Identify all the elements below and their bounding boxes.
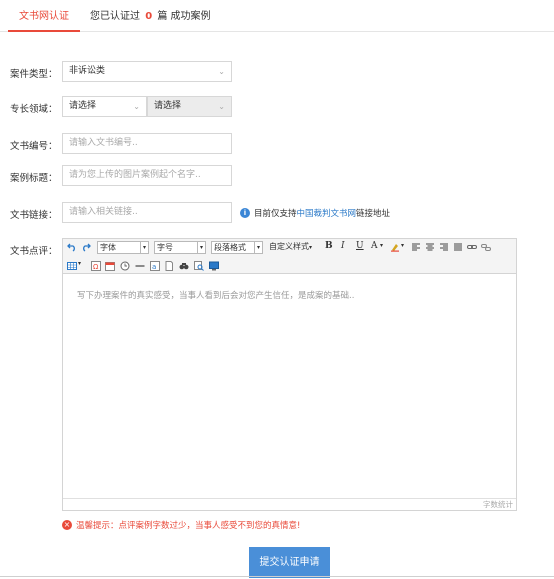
caret-down-icon: ▾ xyxy=(140,242,148,253)
preview-icon[interactable] xyxy=(194,261,204,271)
judgment-site-link[interactable]: 中国裁判文书网 xyxy=(297,207,357,219)
case-title-input[interactable]: 请为您上传的图片案例起个名字.. xyxy=(62,165,232,186)
doc-link-label: 文书链接： xyxy=(10,210,58,221)
doc-link-note-suffix: 链接地址 xyxy=(356,209,391,219)
editor-content-area[interactable]: 写下办理案件的真实感受，当事人看到后会对您产生信任，是成案的基础.. xyxy=(63,274,516,500)
unlink-icon[interactable] xyxy=(481,242,491,252)
font-family-value: 字体 xyxy=(100,243,116,252)
editor-placeholder: 写下办理案件的真实感受，当事人看到后会对您产生信任，是成案的基础.. xyxy=(77,291,355,301)
font-color-button[interactable]: A xyxy=(371,241,378,251)
bold-button[interactable]: B xyxy=(325,241,333,251)
caret-down-icon: ▾ xyxy=(254,242,262,253)
doc-number-label: 文书编号： xyxy=(10,141,58,152)
certified-suffix: 篇 成功案例 xyxy=(157,11,211,22)
highlight-icon[interactable] xyxy=(390,242,400,252)
error-icon: × xyxy=(62,520,72,530)
caret-down-icon: ▾ xyxy=(309,244,313,251)
find-replace-icon[interactable] xyxy=(179,261,189,271)
warning-text: 温馨提示：点评案例字数过少，当事人感受不到您的真情意! xyxy=(76,521,301,531)
italic-button[interactable]: I xyxy=(341,241,345,251)
divider xyxy=(0,576,554,577)
case-title-label: 案例标题： xyxy=(10,173,58,184)
custom-style-select[interactable]: 自定义样式▾ xyxy=(267,241,319,254)
caret-down-icon: ▾ xyxy=(401,242,405,249)
case-type-value: 非诉讼类 xyxy=(69,66,106,76)
chevron-down-icon: ⌄ xyxy=(218,67,225,76)
chevron-down-icon: ⌄ xyxy=(218,102,225,111)
certified-count-info: 您已认证过 0 篇 成功案例 xyxy=(90,0,211,32)
align-right-icon[interactable] xyxy=(439,242,449,252)
font-size-select[interactable]: 字号 ▾ xyxy=(154,241,206,254)
review-warning: × 温馨提示：点评案例字数过少，当事人感受不到您的真情意! xyxy=(62,519,300,531)
date-icon[interactable] xyxy=(105,261,115,271)
table-icon[interactable] xyxy=(67,261,77,271)
fullscreen-icon[interactable] xyxy=(209,261,219,271)
caret-down-icon: ▾ xyxy=(380,242,384,249)
custom-style-value: 自定义样式 xyxy=(269,242,309,251)
chevron-down-icon: ⌄ xyxy=(133,102,140,111)
time-icon[interactable] xyxy=(120,261,130,271)
align-left-icon[interactable] xyxy=(411,242,421,252)
review-label: 文书点评： xyxy=(10,246,58,257)
link-icon[interactable] xyxy=(467,242,477,252)
svg-text:Ω: Ω xyxy=(93,263,99,271)
horizontal-rule-icon[interactable] xyxy=(135,261,145,271)
svg-text:a: a xyxy=(152,263,156,271)
editor-status-bar: 字数统计 xyxy=(63,498,516,510)
submit-certification-button[interactable]: 提交认证申请 xyxy=(249,547,330,578)
doc-number-input[interactable]: 请输入文书编号.. xyxy=(62,133,232,154)
redo-icon[interactable] xyxy=(81,242,91,252)
rich-text-editor: 字体 ▾ 字号 ▾ 段落格式 ▾ 自定义样式▾ B I U A ▾ ▾ ▾ Ω xyxy=(62,238,517,511)
specialty-secondary-value: 请选择 xyxy=(154,101,182,111)
caret-down-icon: ▾ xyxy=(197,242,205,253)
case-type-select[interactable]: 非诉讼类 ⌄ xyxy=(62,61,232,82)
specialty-primary-value: 请选择 xyxy=(69,101,97,111)
editor-toolbar: 字体 ▾ 字号 ▾ 段落格式 ▾ 自定义样式▾ B I U A ▾ ▾ ▾ Ω xyxy=(63,239,516,274)
word-count: 字数统计 xyxy=(483,500,513,509)
tab-document-certification[interactable]: 文书网认证 xyxy=(8,0,80,32)
font-size-value: 字号 xyxy=(157,243,173,252)
certified-count: 0 xyxy=(145,11,153,22)
specialty-select-secondary[interactable]: 请选择 ⌄ xyxy=(147,96,232,117)
doc-link-input[interactable]: 请输入相关链接.. xyxy=(62,202,232,223)
align-center-icon[interactable] xyxy=(425,242,435,252)
anchor-icon[interactable]: a xyxy=(150,261,160,271)
paragraph-format-value: 段落格式 xyxy=(214,243,246,252)
page-break-icon[interactable] xyxy=(164,261,174,271)
font-family-select[interactable]: 字体 ▾ xyxy=(97,241,149,254)
specialty-label: 专长领域： xyxy=(10,104,58,115)
specialty-select-primary[interactable]: 请选择 ⌄ xyxy=(62,96,147,117)
doc-link-note: i 目前仅支持 中国裁判文书网 链接地址 xyxy=(240,207,390,219)
paragraph-format-select[interactable]: 段落格式 ▾ xyxy=(211,241,263,254)
special-char-icon[interactable]: Ω xyxy=(91,261,101,271)
doc-link-note-prefix: 目前仅支持 xyxy=(254,209,297,219)
align-justify-icon[interactable] xyxy=(453,242,463,252)
tab-bar: 文书网认证 您已认证过 0 篇 成功案例 xyxy=(0,0,554,32)
info-icon: i xyxy=(240,208,250,218)
case-type-label: 案件类型： xyxy=(10,69,58,80)
caret-down-icon: ▾ xyxy=(78,260,82,267)
undo-icon[interactable] xyxy=(67,242,77,252)
underline-button[interactable]: U xyxy=(356,241,364,251)
certified-prefix: 您已认证过 xyxy=(90,11,140,22)
